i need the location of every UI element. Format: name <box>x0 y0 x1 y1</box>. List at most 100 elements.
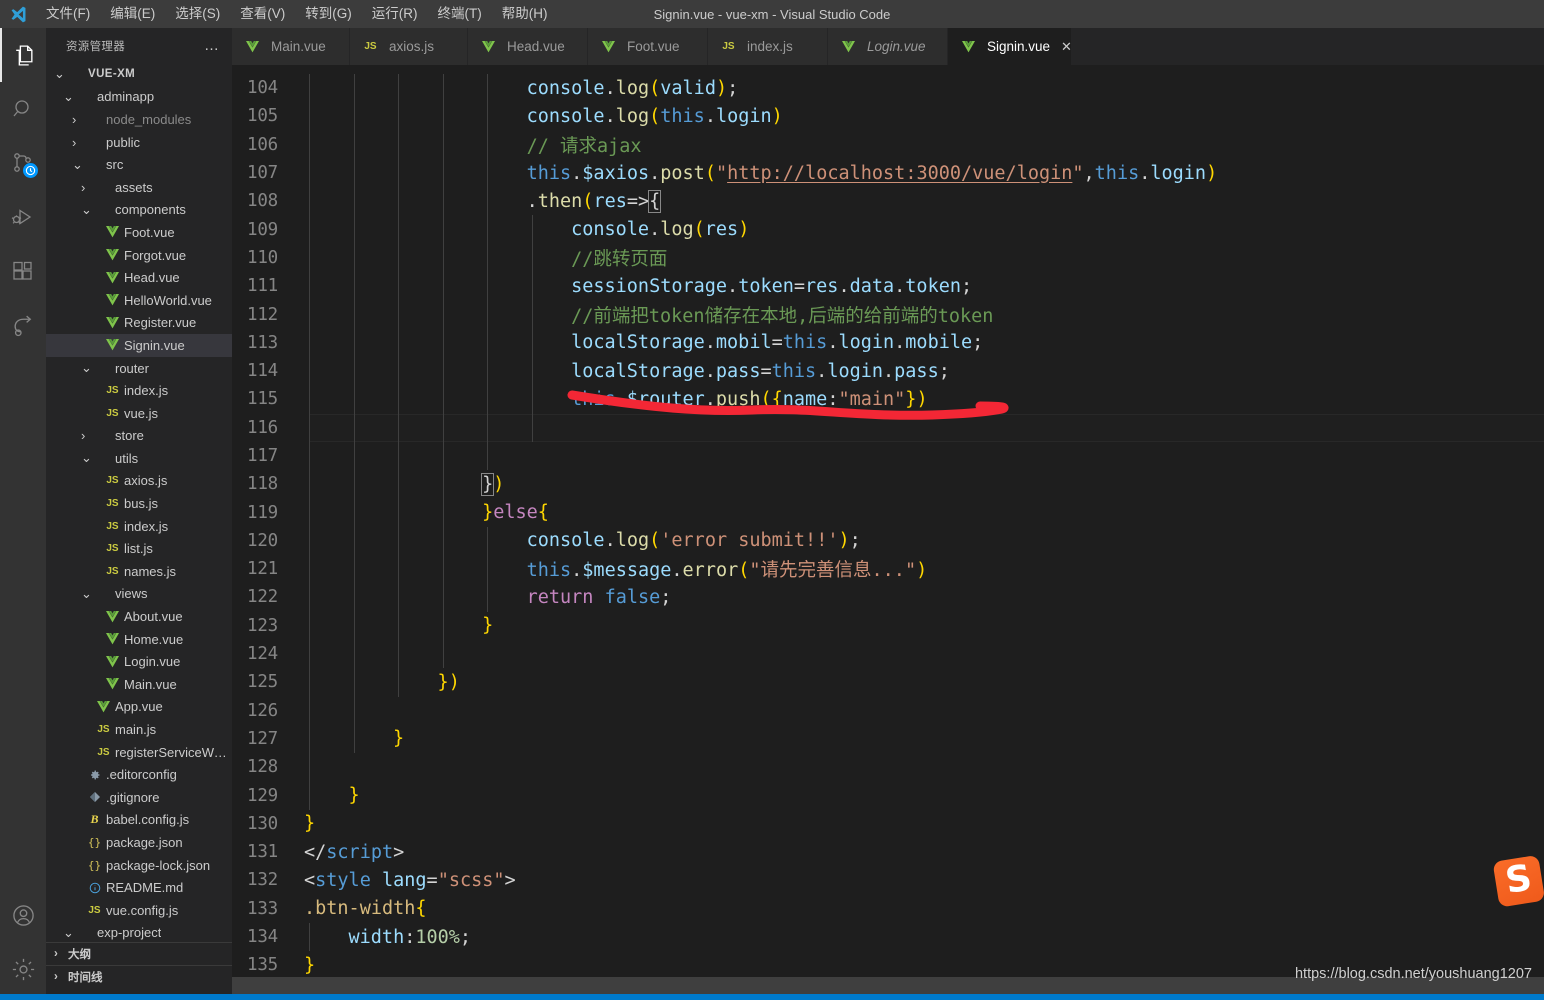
tree-item-foot-vue[interactable]: Foot.vue <box>46 221 232 244</box>
code-line-128[interactable]: 128 <box>232 753 1544 782</box>
code-line-132[interactable]: 132 <style lang="scss"> <box>232 866 1544 894</box>
chevron-down-icon[interactable]: ⌄ <box>54 66 68 82</box>
code-text[interactable]: return false; <box>304 587 672 608</box>
editor-tab-index-js[interactable]: JS index.js <box>708 28 828 65</box>
code-line-108[interactable]: 108 .then(res=>{ <box>232 187 1544 216</box>
code-text[interactable]: } <box>304 728 404 749</box>
code-line-115[interactable]: 115 this.$router.push({name:"main"}) <box>232 385 1544 414</box>
code-text[interactable]: this.$message.error("请先完善信息...") <box>304 556 928 582</box>
chevron-right-icon[interactable]: › <box>81 428 95 443</box>
editor-tab-axios-js[interactable]: JS axios.js <box>350 28 468 65</box>
code-line-125[interactable]: 125}) <box>232 668 1544 697</box>
activity-remote-share-icon[interactable] <box>0 298 46 352</box>
code-line-121[interactable]: 121 this.$message.error("请先完善信息...") <box>232 555 1544 584</box>
code-text[interactable]: this.$router.push({name:"main"}) <box>304 389 927 410</box>
tree-item-src[interactable]: ⌄ src <box>46 153 232 176</box>
code-text[interactable]: } <box>304 785 360 806</box>
code-line-111[interactable]: 111 sessionStorage.token=res.data.token; <box>232 272 1544 301</box>
code-lines[interactable]: 104 console.log(valid); 105 console.log(thi… <box>232 65 1544 1000</box>
code-line-123[interactable]: 123} <box>232 611 1544 640</box>
tree-item--gitignore[interactable]: .gitignore <box>46 786 232 809</box>
code-text[interactable]: //跳转页面 <box>304 245 667 271</box>
menu-selection[interactable]: 选择(S) <box>165 2 230 26</box>
tree-item-views[interactable]: ⌄ views <box>46 583 232 606</box>
code-text[interactable]: .btn-width{ <box>304 898 427 919</box>
tree-item-components[interactable]: ⌄ components <box>46 199 232 222</box>
tree-item-head-vue[interactable]: Head.vue <box>46 266 232 289</box>
code-line-105[interactable]: 105 console.log(this.login) <box>232 102 1544 131</box>
tree-item-package-lock-json[interactable]: {} package-lock.json <box>46 854 232 877</box>
tree-item-forgot-vue[interactable]: Forgot.vue <box>46 244 232 267</box>
chevron-down-icon[interactable]: ⌄ <box>81 450 95 466</box>
activity-account-icon[interactable] <box>0 888 46 942</box>
code-line-134[interactable]: 134 width:100%; <box>232 922 1544 952</box>
file-tree[interactable]: ⌄ VUE-XM ⌄ adminapp › node_modules › public ⌄ src… <box>46 63 232 944</box>
tree-item-main-vue[interactable]: Main.vue <box>46 673 232 696</box>
code-line-118[interactable]: 118}) <box>232 470 1544 499</box>
chevron-right-icon[interactable]: › <box>72 112 86 127</box>
tree-item-assets[interactable]: › assets <box>46 176 232 199</box>
chevron-down-icon[interactable]: ⌄ <box>63 89 77 105</box>
tree-item-adminapp[interactable]: ⌄ adminapp <box>46 86 232 109</box>
tree-item-axios-js[interactable]: JS axios.js <box>46 470 232 493</box>
tree-item-login-vue[interactable]: Login.vue <box>46 650 232 673</box>
code-line-126[interactable]: 126 <box>232 696 1544 725</box>
menu-bar[interactable]: 文件(F) 编辑(E) 选择(S) 查看(V) 转到(G) 运行(R) 终端(T… <box>36 2 558 26</box>
code-line-104[interactable]: 104 console.log(valid); <box>232 74 1544 103</box>
tree-item-names-js[interactable]: JS names.js <box>46 560 232 583</box>
code-text[interactable]: sessionStorage.token=res.data.token; <box>304 276 972 297</box>
tree-item-signin-vue[interactable]: Signin.vue <box>46 334 232 357</box>
code-line-113[interactable]: 113 localStorage.mobil=this.login.mobile; <box>232 328 1544 357</box>
menu-go[interactable]: 转到(G) <box>295 2 362 26</box>
menu-view[interactable]: 查看(V) <box>230 2 295 26</box>
tree-item-registerservicewor-[interactable]: JS registerServiceWor… <box>46 741 232 764</box>
chevron-down-icon[interactable]: ⌄ <box>72 157 86 173</box>
code-text[interactable]: console.log(res) <box>304 219 749 240</box>
activity-settings-gear-icon[interactable] <box>0 942 46 996</box>
code-text[interactable]: </script> <box>304 842 404 863</box>
code-text[interactable]: <style lang="scss"> <box>304 870 516 891</box>
code-line-120[interactable]: 120 console.log('error submit!!'); <box>232 526 1544 556</box>
tree-item-app-vue[interactable]: App.vue <box>46 696 232 719</box>
activity-extensions-icon[interactable] <box>0 244 46 298</box>
code-text[interactable]: } <box>304 813 315 834</box>
code-line-116[interactable]: 116 <box>232 413 1544 443</box>
code-line-127[interactable]: 127} <box>232 724 1544 754</box>
activity-search-icon[interactable] <box>0 82 46 136</box>
editor-tab-login-vue[interactable]: Login.vue <box>828 28 948 65</box>
code-line-117[interactable]: 117 <box>232 441 1544 471</box>
tree-item-bus-js[interactable]: JS bus.js <box>46 492 232 515</box>
close-icon[interactable]: ✕ <box>1061 39 1072 55</box>
chevron-right-icon[interactable]: › <box>81 180 95 195</box>
code-line-122[interactable]: 122 return false; <box>232 583 1544 612</box>
editor-tab-foot-vue[interactable]: Foot.vue <box>588 28 708 65</box>
code-text[interactable]: console.log(valid); <box>304 78 739 99</box>
timeline-panel[interactable]: › 时间线 <box>46 965 232 988</box>
tree-item-vue-config-js[interactable]: JS vue.config.js <box>46 899 232 922</box>
code-line-106[interactable]: 106 // 请求ajax <box>232 130 1544 159</box>
code-line-131[interactable]: 131 </script> <box>232 838 1544 866</box>
chevron-down-icon[interactable]: ⌄ <box>81 202 95 218</box>
menu-terminal[interactable]: 终端(T) <box>428 2 492 26</box>
menu-file[interactable]: 文件(F) <box>36 2 100 26</box>
code-line-109[interactable]: 109 console.log(res) <box>232 215 1544 244</box>
tree-item-vue-xm[interactable]: ⌄ VUE-XM <box>46 63 232 86</box>
menu-help[interactable]: 帮助(H) <box>492 2 558 26</box>
chevron-down-icon[interactable]: ⌄ <box>81 360 95 376</box>
tree-item-router[interactable]: ⌄ router <box>46 357 232 380</box>
code-text[interactable]: console.log(this.login) <box>304 106 783 127</box>
code-text[interactable]: //前端把token储存在本地,后端的给前端的token <box>304 302 993 328</box>
editor-tab-main-vue[interactable]: Main.vue <box>232 28 350 65</box>
code-text[interactable]: .then(res=>{ <box>304 189 662 213</box>
tree-item-main-js[interactable]: JS main.js <box>46 718 232 741</box>
chevron-down-icon[interactable]: ⌄ <box>63 925 77 941</box>
tree-item--editorconfig[interactable]: .editorconfig <box>46 763 232 786</box>
code-line-133[interactable]: 133 .btn-width{ <box>232 895 1544 923</box>
code-line-119[interactable]: 119}else{ <box>232 498 1544 527</box>
code-text[interactable]: width:100%; <box>304 927 472 948</box>
chevron-right-icon[interactable]: › <box>72 135 86 150</box>
tree-item-index-js[interactable]: JS index.js <box>46 515 232 538</box>
tree-item-index-js[interactable]: JS index.js <box>46 379 232 402</box>
code-text[interactable]: localStorage.pass=this.login.pass; <box>304 361 950 382</box>
code-text[interactable]: this.$axios.post("http://localhost:3000/… <box>304 163 1218 184</box>
